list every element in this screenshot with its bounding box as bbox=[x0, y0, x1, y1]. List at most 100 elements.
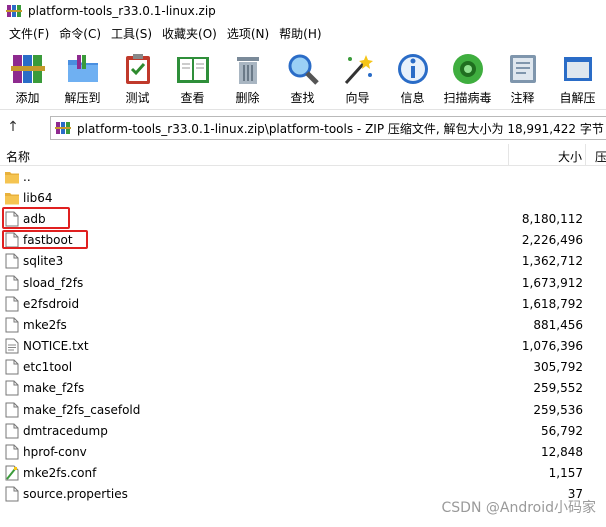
file-list-header: 名称 大小 压 bbox=[0, 144, 606, 166]
file-size: 12,848 bbox=[541, 445, 583, 460]
file-row[interactable]: dmtracedump 56,792 bbox=[0, 420, 606, 441]
comment-icon bbox=[509, 55, 536, 83]
virus-scan-button[interactable]: 扫描病毒 bbox=[440, 46, 495, 110]
info-icon bbox=[397, 54, 428, 84]
window-title: platform-tools_r33.0.1-linux.zip bbox=[28, 4, 216, 18]
add-button[interactable]: 添加 bbox=[0, 46, 55, 110]
file-size: 56,792 bbox=[541, 423, 583, 438]
file-name: make_f2fs_casefold bbox=[23, 402, 141, 417]
folder-icon bbox=[5, 171, 19, 184]
wizard-button[interactable]: 向导 bbox=[330, 46, 385, 110]
file-row[interactable]: NOTICE.txt 1,076,396 bbox=[0, 336, 606, 357]
info-button[interactable]: 信息 bbox=[385, 46, 440, 110]
clipboard-test-icon bbox=[125, 54, 150, 84]
highlight-box-fastboot bbox=[2, 230, 88, 249]
menu-favorites[interactable]: 收藏夹(O) bbox=[157, 24, 222, 44]
find-button[interactable]: 查找 bbox=[275, 46, 330, 110]
file-name: source.properties bbox=[23, 487, 128, 502]
menu-tools[interactable]: 工具(S) bbox=[106, 24, 157, 44]
menu-help[interactable]: 帮助(H) bbox=[274, 24, 326, 44]
file-icon bbox=[5, 402, 19, 418]
file-size: 881,456 bbox=[533, 317, 583, 332]
file-size: 259,536 bbox=[533, 402, 583, 417]
file-row[interactable]: sload_f2fs 1,673,912 bbox=[0, 272, 606, 293]
file-name: mke2fs.conf bbox=[23, 466, 97, 481]
file-icon bbox=[5, 359, 19, 375]
file-row[interactable]: sqlite3 1,362,712 bbox=[0, 251, 606, 272]
file-name: .. bbox=[23, 169, 31, 184]
winrar-app-icon bbox=[6, 5, 22, 17]
file-size: 8,180,112 bbox=[521, 211, 583, 226]
file-row[interactable]: mke2fs 881,456 bbox=[0, 314, 606, 335]
column-divider[interactable] bbox=[585, 144, 586, 166]
file-icon bbox=[5, 444, 19, 460]
column-packed[interactable]: 压 bbox=[595, 148, 606, 165]
file-row[interactable]: mke2fs.conf 1,157 bbox=[0, 463, 606, 484]
file-row[interactable]: lib64 bbox=[0, 187, 606, 208]
file-name: hprof-conv bbox=[23, 445, 87, 460]
column-size[interactable]: 大小 bbox=[558, 148, 582, 165]
sfx-icon bbox=[563, 57, 592, 81]
up-arrow-icon[interactable]: ↑ bbox=[0, 119, 26, 135]
comment-button[interactable]: 注释 bbox=[495, 46, 550, 110]
column-name[interactable]: 名称 bbox=[6, 148, 30, 165]
sfx-button[interactable]: 自解压 bbox=[550, 46, 605, 110]
title-bar: platform-tools_r33.0.1-linux.zip bbox=[0, 0, 606, 22]
file-name: e2fsdroid bbox=[23, 296, 80, 311]
file-size: 1,362,712 bbox=[521, 254, 583, 269]
file-name: sqlite3 bbox=[23, 254, 64, 269]
file-size: 2,226,496 bbox=[521, 233, 583, 248]
test-button[interactable]: 测试 bbox=[110, 46, 165, 110]
menu-commands[interactable]: 命令(C) bbox=[54, 24, 106, 44]
menu-file[interactable]: 文件(F) bbox=[4, 24, 54, 44]
file-row[interactable]: adb 8,180,112 bbox=[0, 208, 606, 229]
folder-icon bbox=[5, 192, 19, 205]
file-row[interactable]: fastboot 2,226,496 bbox=[0, 230, 606, 251]
file-name: sload_f2fs bbox=[23, 275, 84, 290]
toolbar: 添加 解压到 测试 查看 删除 查找 向导 信息 扫描病毒 注释 自解压 bbox=[0, 46, 606, 110]
file-name: dmtracedump bbox=[23, 423, 108, 438]
column-divider[interactable] bbox=[508, 144, 509, 166]
folder-extract-icon bbox=[67, 55, 98, 82]
file-size: 259,552 bbox=[533, 381, 583, 396]
file-icon bbox=[5, 423, 19, 439]
file-row[interactable]: e2fsdroid 1,618,792 bbox=[0, 293, 606, 314]
file-size: 1,157 bbox=[548, 466, 583, 481]
extract-to-button[interactable]: 解压到 bbox=[55, 46, 110, 110]
file-row[interactable]: hprof-conv 12,848 bbox=[0, 441, 606, 462]
file-icon bbox=[5, 296, 19, 312]
virus-scan-icon bbox=[452, 54, 483, 84]
text-file-icon bbox=[5, 338, 19, 354]
path-text: platform-tools_r33.0.1-linux.zip\platfor… bbox=[77, 121, 604, 136]
file-icon bbox=[5, 275, 19, 291]
file-size: 1,618,792 bbox=[521, 296, 583, 311]
file-row[interactable]: make_f2fs 259,552 bbox=[0, 378, 606, 399]
watermark: CSDN @Android小码家 bbox=[441, 500, 597, 516]
menu-bar: 文件(F) 命令(C) 工具(S) 收藏夹(O) 选项(N) 帮助(H) bbox=[0, 24, 606, 44]
config-file-icon bbox=[5, 465, 19, 481]
delete-button[interactable]: 删除 bbox=[220, 46, 275, 110]
magnifier-icon bbox=[288, 54, 319, 85]
file-name: mke2fs bbox=[23, 317, 67, 332]
file-size: 305,792 bbox=[533, 360, 583, 375]
archive-icon bbox=[55, 122, 71, 134]
books-add-icon bbox=[10, 55, 45, 83]
file-icon bbox=[5, 317, 19, 333]
file-row[interactable]: etc1tool 305,792 bbox=[0, 357, 606, 378]
wand-icon bbox=[344, 55, 373, 85]
file-row[interactable]: make_f2fs_casefold 259,536 bbox=[0, 399, 606, 420]
file-icon bbox=[5, 486, 19, 502]
file-icon bbox=[5, 253, 19, 269]
menu-options[interactable]: 选项(N) bbox=[222, 24, 274, 44]
file-name: make_f2fs bbox=[23, 381, 85, 396]
address-bar: ↑ platform-tools_r33.0.1-linux.zip\platf… bbox=[0, 112, 606, 142]
trash-icon bbox=[236, 57, 259, 84]
file-name: etc1tool bbox=[23, 360, 73, 375]
file-list: .. lib64 adb 8,180,112 fastboot 2,226,496 sqli… bbox=[0, 166, 606, 505]
path-field[interactable]: platform-tools_r33.0.1-linux.zip\platfor… bbox=[50, 116, 606, 140]
file-icon bbox=[5, 380, 19, 396]
highlight-box-adb bbox=[2, 207, 70, 229]
file-size: 1,673,912 bbox=[521, 275, 583, 290]
file-row[interactable]: .. bbox=[0, 166, 606, 187]
view-button[interactable]: 查看 bbox=[165, 46, 220, 110]
